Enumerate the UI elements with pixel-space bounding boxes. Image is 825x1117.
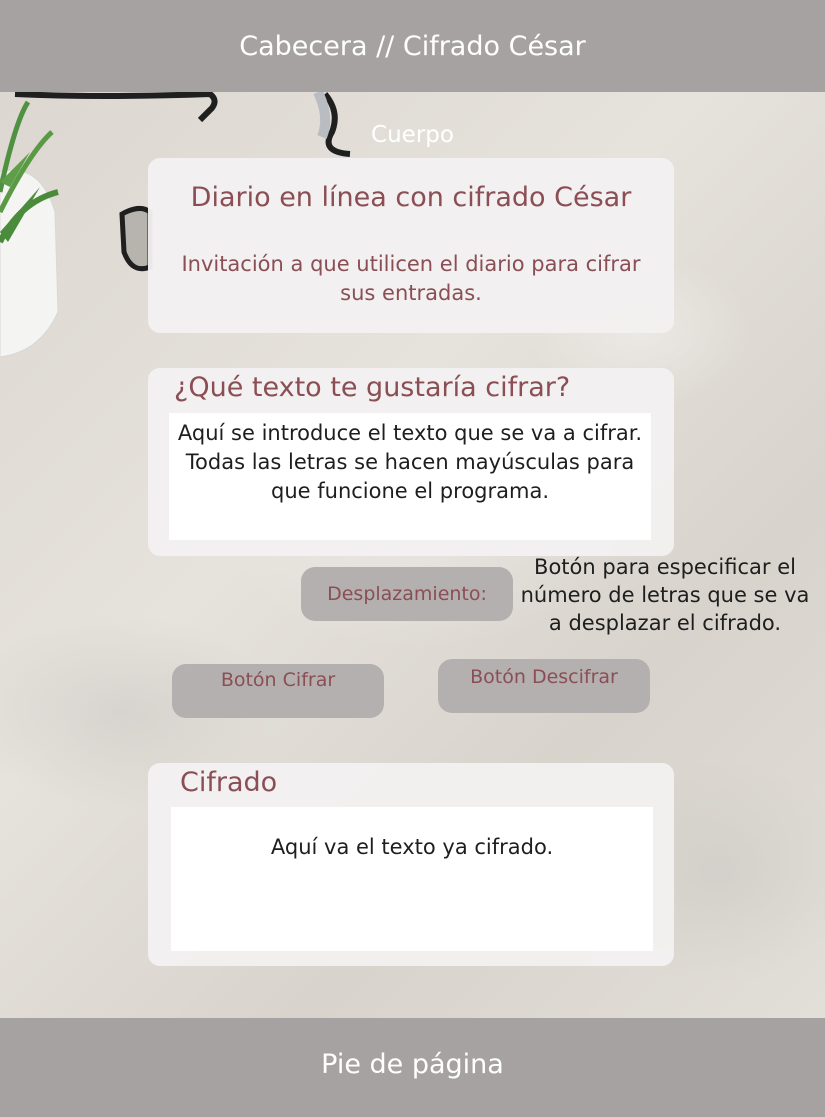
ciphertext-output: Aquí va el texto ya cifrado. bbox=[171, 807, 653, 951]
output-title: Cifrado bbox=[180, 767, 278, 798]
intro-subtitle: Invitación a que utilicen el diario para… bbox=[181, 252, 641, 305]
input-title: ¿Qué texto te gustaría cifrar? bbox=[174, 372, 571, 403]
encrypt-button[interactable]: Botón Cifrar bbox=[172, 664, 384, 718]
shift-input[interactable]: Desplazamiento: bbox=[301, 567, 513, 621]
header-title: Cabecera // Cifrado César bbox=[239, 31, 586, 62]
page-footer: Pie de página bbox=[0, 1018, 825, 1117]
input-card: ¿Qué texto te gustaría cifrar? Aquí se i… bbox=[148, 368, 674, 556]
body-label: Cuerpo bbox=[371, 122, 454, 148]
output-card: Cifrado Aquí va el texto ya cifrado. bbox=[148, 763, 674, 966]
footer-text: Pie de página bbox=[321, 1049, 504, 1080]
page-body: Cuerpo Diario en línea con cifrado César… bbox=[0, 92, 825, 1018]
page-header: Cabecera // Cifrado César bbox=[0, 0, 825, 92]
decrypt-button[interactable]: Botón Descifrar bbox=[438, 659, 650, 713]
plaintext-input[interactable]: Aquí se introduce el texto que se va a c… bbox=[169, 413, 651, 540]
shift-note: Botón para especificar el número de letr… bbox=[520, 555, 810, 635]
intro-card: Diario en línea con cifrado César Invita… bbox=[148, 158, 674, 333]
intro-title: Diario en línea con cifrado César bbox=[190, 182, 632, 213]
